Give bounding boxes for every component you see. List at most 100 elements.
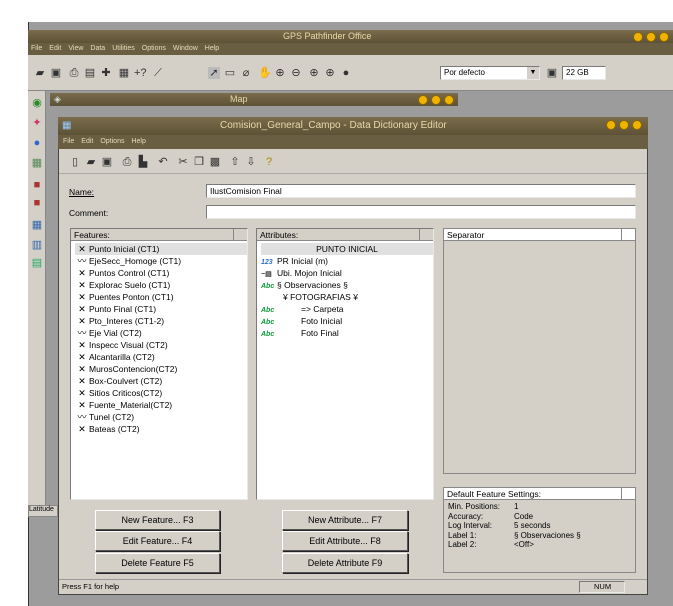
zoom-extent-icon[interactable]: ⊕ [324,67,336,79]
feature-item[interactable]: ✕ Explorac Suelo (CT1) [75,279,247,291]
menu-item-data[interactable]: Data [90,45,105,52]
zoom-out-icon[interactable]: ⊖ [290,67,302,79]
move-up-icon[interactable]: ⇧ [229,156,241,168]
attribute-item[interactable]: ¥ FOTOGRAFIAS ¥ [261,291,433,303]
dde-maximize-button[interactable] [619,120,629,131]
paste-icon[interactable]: ▩ [209,156,221,168]
feature-item[interactable]: ✕ Bateas (CT2) [75,423,247,435]
globe-icon[interactable]: ● [340,67,352,79]
comment-field[interactable] [206,205,636,219]
dde-minimize-button[interactable] [606,120,616,131]
map-window-controls[interactable] [415,93,454,106]
dde-close-button[interactable] [632,120,642,131]
new-feature-button[interactable]: New Feature... F3 [95,510,220,530]
features-list[interactable]: Features: ✕ Punto Inicial (CT1) 〰 EjeSecc_H… [70,228,248,500]
zoom-in-icon[interactable]: ⊕ [274,67,286,79]
attribute-item[interactable]: Abc § Observaciones § [261,279,433,291]
graph-icon[interactable]: ⟋ [152,67,164,79]
grid-icon[interactable]: ▦ [31,219,43,231]
menu-item-utilities[interactable]: Utilities [112,45,135,52]
transfer-icon[interactable]: ✦ [31,117,43,129]
cut-icon[interactable]: ✂ [177,156,189,168]
help-icon[interactable]: ? [263,156,275,168]
map-icon[interactable]: ▤ [31,257,43,269]
undo-icon[interactable]: ↶ [157,156,169,168]
delete-attribute-button[interactable]: Delete Attribute F9 [282,553,408,573]
dde-titlebar[interactable]: ▦ Comision_General_Campo - Data Dictiona… [58,117,648,135]
book-icon[interactable]: ■ [31,179,43,191]
chart-icon[interactable]: ▥ [31,239,43,251]
open-icon[interactable]: ▰ [34,67,46,79]
print-icon[interactable]: ⎙ [68,67,80,79]
close-button[interactable] [659,31,669,42]
menu-item-window[interactable]: Window [173,45,198,52]
separator-panel[interactable]: Separator [443,228,636,474]
feature-item[interactable]: 〰 EjeSecc_Homoge (CT1) [75,255,247,267]
feature-item[interactable]: ✕ MurosContencion(CT2) [75,363,247,375]
name-field[interactable]: IlustComision Final [206,184,636,198]
feature-item[interactable]: ✕ Pto_Interes (CT1-2) [75,315,247,327]
attribute-item[interactable]: PUNTO INICIAL [261,243,433,255]
book2-icon[interactable]: ■ [31,197,43,209]
new-file-icon[interactable]: ▯ [69,156,81,168]
attribute-item[interactable]: −▤ Ubi. Mojon Inicial [261,267,433,279]
feature-item[interactable]: ✕ Punto Inicial (CT1) [75,243,247,255]
preview-icon[interactable]: ▙ [137,156,149,168]
minimize-button[interactable] [633,31,643,42]
style-select[interactable]: Por defecto ▼ [440,66,540,80]
menu-item-options[interactable]: Options [142,45,166,52]
menu-item-edit[interactable]: Edit [81,138,93,145]
edit-attribute-button[interactable]: Edit Attribute... F8 [282,531,408,551]
map-titlebar[interactable]: ◈ Map [50,93,458,106]
feature-item[interactable]: ✕ Fuente_Material(CT2) [75,399,247,411]
new-attribute-button[interactable]: New Attribute... F7 [282,510,408,530]
delete-feature-button[interactable]: Delete Feature F5 [95,553,220,573]
attributes-list[interactable]: Attributes: PUNTO INICIAL 123 PR Inicial (… [256,228,434,500]
menu-item-file[interactable]: File [63,138,74,145]
select-arrow-icon[interactable]: ➚ [208,67,220,79]
main-titlebar[interactable]: GPS Pathfinder Office [28,30,673,43]
maximize-button[interactable] [646,31,656,42]
menu-item-file[interactable]: File [31,45,42,52]
zoom-prev-icon[interactable]: ⊕ [308,67,320,79]
menu-item-options[interactable]: Options [100,138,124,145]
measure-icon[interactable]: ▭ [224,67,236,79]
edit-feature-button[interactable]: Edit Feature... F4 [95,531,220,551]
feature-item[interactable]: ✕ Punto Final (CT1) [75,303,247,315]
attribute-item[interactable]: Abc Foto Final [261,327,433,339]
feature-item[interactable]: ✕ Alcantarilla (CT2) [75,351,247,363]
menu-item-help[interactable]: Help [205,45,219,52]
dde-window-controls[interactable] [603,117,642,135]
layers-icon[interactable]: ▦ [31,157,43,169]
save-icon[interactable]: ▣ [50,67,62,79]
feature-item[interactable]: ✕ Box-Coulvert (CT2) [75,375,247,387]
menu-item-help[interactable]: Help [131,138,145,145]
attribute-item[interactable]: Abc => Carpeta [261,303,433,315]
open-icon[interactable]: ▰ [85,156,97,168]
dictionary-icon[interactable]: ▤ [84,67,96,79]
storage-icon[interactable]: ▣ [546,67,558,79]
feature-item[interactable]: 〰 Eje Vial (CT2) [75,327,247,339]
draw-icon[interactable]: ⌀ [240,67,252,79]
window-controls[interactable] [630,30,669,43]
chevron-down-icon[interactable]: ▼ [527,67,539,79]
export-icon[interactable]: ▦ [118,67,130,79]
save-icon[interactable]: ▣ [101,156,113,168]
menu-item-view[interactable]: View [68,45,83,52]
plus-icon[interactable]: +? [134,67,147,79]
gps-icon[interactable]: ◉ [31,97,43,109]
pan-icon[interactable]: ✋ [258,67,272,79]
move-down-icon[interactable]: ⇩ [245,156,257,168]
copy-icon[interactable]: ❐ [193,156,205,168]
attribute-item[interactable]: Abc Foto Inicial [261,315,433,327]
feature-item[interactable]: 〰 Tunel (CT2) [75,411,247,423]
nav-icon[interactable]: ● [31,137,43,149]
feature-item[interactable]: ✕ Inspecc Visual (CT2) [75,339,247,351]
feature-item[interactable]: ✕ Sitios Criticos(CT2) [75,387,247,399]
feature-item[interactable]: ✕ Puntos Control (CT1) [75,267,247,279]
menu-item-edit[interactable]: Edit [49,45,61,52]
feature-item[interactable]: ✕ Puentes Ponton (CT1) [75,291,247,303]
differential-icon[interactable]: ✚ [100,67,112,79]
attribute-item[interactable]: 123 PR Inicial (m) [261,255,433,267]
print-icon[interactable]: ⎙ [121,156,133,168]
